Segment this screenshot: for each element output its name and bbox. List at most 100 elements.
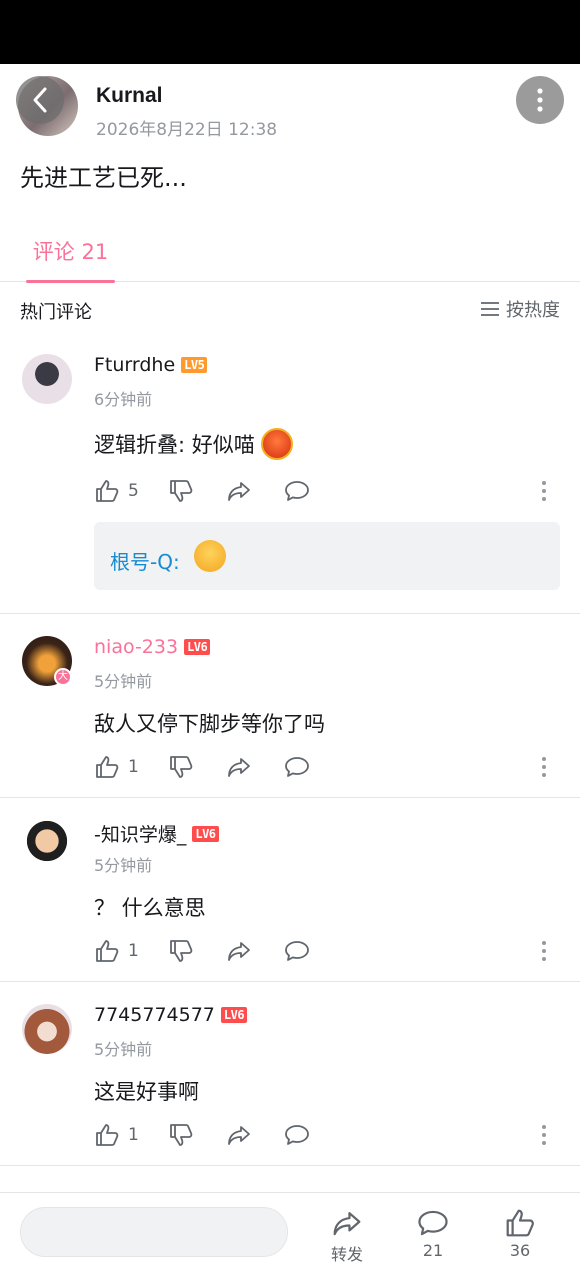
like-count: 1 <box>128 1125 139 1145</box>
comment-item: -知识学爆_ LV6 5分钟前 ？ 什么意思 1 <box>0 798 580 982</box>
comment-time: 5分钟前 <box>94 856 153 875</box>
commenter-name-text: Fturrdhe <box>94 354 176 376</box>
reply-preview[interactable]: 根号-Q: <box>94 522 560 590</box>
share-arrow-icon <box>333 1212 361 1236</box>
thumbs-down-icon <box>170 480 193 502</box>
reply-button[interactable] <box>284 1122 310 1148</box>
section-title: 热门评论 <box>20 302 92 323</box>
more-vertical-icon <box>542 941 546 961</box>
comment-bubble-icon <box>285 941 309 961</box>
comment-text: 敌人又停下脚步等你了吗 <box>94 712 325 736</box>
comment-bubble-icon <box>285 757 309 777</box>
commenter-avatar[interactable] <box>22 1004 72 1054</box>
post-content: 先进工艺已死... <box>20 164 187 192</box>
share-arrow-icon <box>228 1126 250 1145</box>
share-arrow-icon <box>228 482 250 501</box>
like-button[interactable]: 1 <box>94 938 139 964</box>
share-button[interactable] <box>226 938 252 964</box>
reply-button[interactable] <box>284 938 310 964</box>
like-button[interactable]: 5 <box>94 478 139 504</box>
share-button[interactable]: 转发 <box>317 1207 377 1265</box>
comments-count: 21 <box>422 1241 444 1260</box>
comment-bubble-icon <box>418 1210 448 1236</box>
reply-button[interactable] <box>284 478 310 504</box>
dislike-button[interactable] <box>168 754 194 780</box>
more-vertical-icon <box>542 481 546 501</box>
bottom-action-bar: 转发 21 36 <box>0 1192 580 1276</box>
share-button[interactable] <box>226 478 252 504</box>
author-name[interactable]: Kurnal <box>96 84 163 108</box>
commenter-name-text: niao-233 <box>94 636 179 658</box>
commenter-name[interactable]: -知识学爆_ LV6 <box>94 820 219 847</box>
back-arrow-icon <box>33 87 47 113</box>
sort-label: 按热度 <box>506 300 560 321</box>
more-options-button[interactable] <box>516 76 564 124</box>
comment-more-button[interactable] <box>540 754 548 780</box>
comment-bubble-icon <box>285 481 309 501</box>
level-badge: LV5 <box>181 357 208 373</box>
reply-user[interactable]: 根号-Q: <box>110 546 180 575</box>
like-post-button[interactable]: 36 <box>490 1207 550 1260</box>
dislike-button[interactable] <box>168 938 194 964</box>
tab-active-indicator <box>26 280 115 283</box>
thumbs-up-icon <box>96 480 119 502</box>
comment-time: 6分钟前 <box>94 390 153 409</box>
thumbs-down-icon <box>170 756 193 778</box>
tab-bar: 评论 21 <box>0 226 580 283</box>
post-header: Kurnal 2026年8月22日 12:38 <box>0 64 580 154</box>
comment-more-button[interactable] <box>540 478 548 504</box>
comment-bubble-icon <box>285 1125 309 1145</box>
share-arrow-icon <box>228 942 250 961</box>
comment-input[interactable] <box>20 1207 288 1257</box>
post-time: 2026年8月22日 12:38 <box>96 120 278 140</box>
section-header: 热门评论 按热度 <box>0 290 580 330</box>
reply-button[interactable] <box>284 754 310 780</box>
commenter-name[interactable]: Fturrdhe LV5 <box>94 354 208 376</box>
like-count: 1 <box>128 757 139 777</box>
commenter-name[interactable]: niao-233 LV6 <box>94 636 211 658</box>
dislike-button[interactable] <box>168 1122 194 1148</box>
tab-comments[interactable]: 评论 21 <box>26 226 115 283</box>
share-button[interactable] <box>226 754 252 780</box>
comment-more-button[interactable] <box>540 938 548 964</box>
comment-divider <box>0 1165 580 1166</box>
share-label: 转发 <box>330 1245 363 1264</box>
comment-text: ？ 什么意思 <box>94 896 206 920</box>
laughing-emoji-icon <box>194 540 226 572</box>
likes-count: 36 <box>509 1241 531 1260</box>
like-button[interactable]: 1 <box>94 754 139 780</box>
comment-actions: 1 <box>94 938 564 966</box>
comment-more-button[interactable] <box>540 1122 548 1148</box>
comment-text-content: 逻辑折叠: 好似喵 <box>94 433 255 457</box>
share-button[interactable] <box>226 1122 252 1148</box>
dislike-button[interactable] <box>168 478 194 504</box>
commenter-avatar[interactable] <box>22 820 72 870</box>
comment-item: 大 niao-233 LV6 5分钟前 敌人又停下脚步等你了吗 1 <box>0 614 580 798</box>
thumbs-down-icon <box>170 1124 193 1146</box>
thumbs-up-icon <box>506 1209 534 1237</box>
comment-actions: 1 <box>94 1122 564 1150</box>
like-button[interactable]: 1 <box>94 1122 139 1148</box>
share-arrow-icon <box>228 758 250 777</box>
commenter-avatar[interactable] <box>22 354 72 404</box>
thumbs-up-icon <box>96 1124 119 1146</box>
comment-item: Fturrdhe LV5 6分钟前 逻辑折叠: 好似喵 5 根号-Q: <box>0 340 580 614</box>
level-badge: LV6 <box>220 1007 248 1023</box>
tab-comments-label: 评论 21 <box>32 240 109 264</box>
commenter-name-text: -知识学爆_ <box>94 824 187 846</box>
comment-text: 逻辑折叠: 好似喵 <box>94 428 293 460</box>
level-badge: LV6 <box>184 639 211 655</box>
angry-emoji-icon <box>260 428 293 460</box>
more-vertical-icon <box>542 757 546 777</box>
sort-button[interactable]: 按热度 <box>480 296 560 322</box>
back-button[interactable] <box>16 76 64 124</box>
commenter-name[interactable]: 7745774577 LV6 <box>94 1004 248 1026</box>
comment-item: 7745774577 LV6 5分钟前 这是好事啊 1 <box>0 982 580 1166</box>
comments-button[interactable]: 21 <box>403 1207 463 1260</box>
commenter-name-text: 7745774577 <box>94 1004 215 1026</box>
comment-text: 这是好事啊 <box>94 1080 199 1104</box>
comment-actions: 5 <box>94 478 564 506</box>
comment-time: 5分钟前 <box>94 1040 153 1059</box>
sort-lines-icon <box>481 302 499 316</box>
status-bar <box>0 0 580 64</box>
